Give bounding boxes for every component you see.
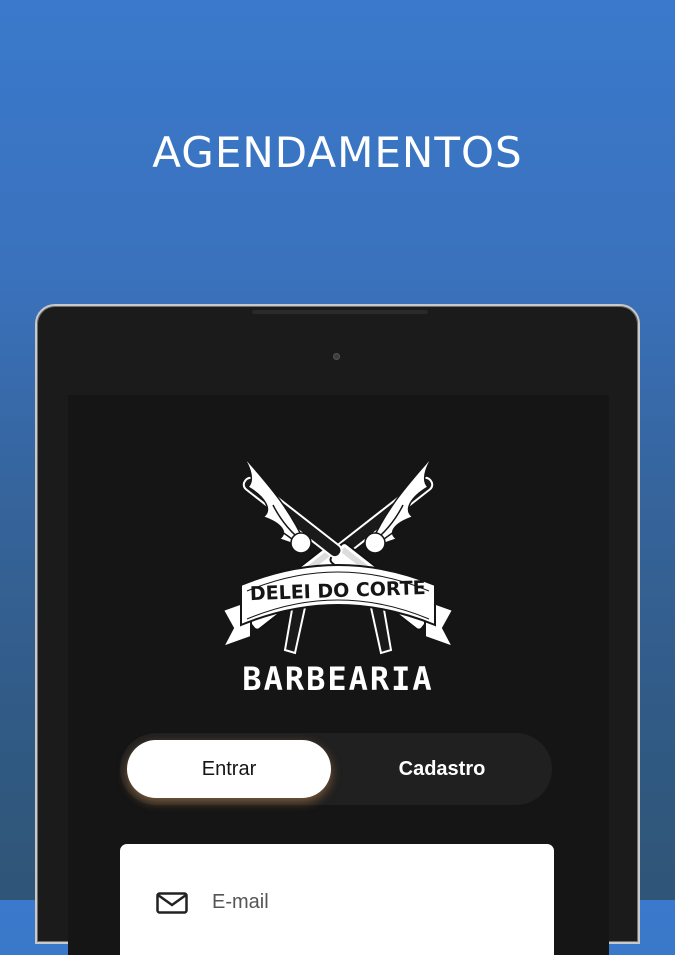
auth-tab-switcher: Entrar Cadastro <box>120 733 552 805</box>
email-input[interactable] <box>210 890 514 915</box>
ribbon-banner: DELEI DO CORTE <box>220 564 456 649</box>
barbershop-logo: DELEI DO CORTE BARBEARIA <box>220 444 456 698</box>
tab-signup-label: Cadastro <box>398 757 486 780</box>
brand-subtitle-text: BARBEARIA <box>242 660 433 698</box>
front-camera <box>333 353 340 360</box>
promo-title: AGENDAMENTOS <box>152 128 523 177</box>
tab-signup[interactable]: Cadastro <box>340 740 544 798</box>
mail-icon <box>156 891 188 914</box>
device-top-edge <box>252 310 428 314</box>
tablet-device-frame: DELEI DO CORTE BARBEARIA Entrar Cadastro <box>35 304 640 955</box>
tab-login[interactable]: Entrar <box>127 740 331 798</box>
wings-icon <box>234 444 442 554</box>
tab-login-label: Entrar <box>201 757 257 780</box>
email-field-row <box>156 890 514 915</box>
app-screen: DELEI DO CORTE BARBEARIA Entrar Cadastro <box>68 395 609 955</box>
